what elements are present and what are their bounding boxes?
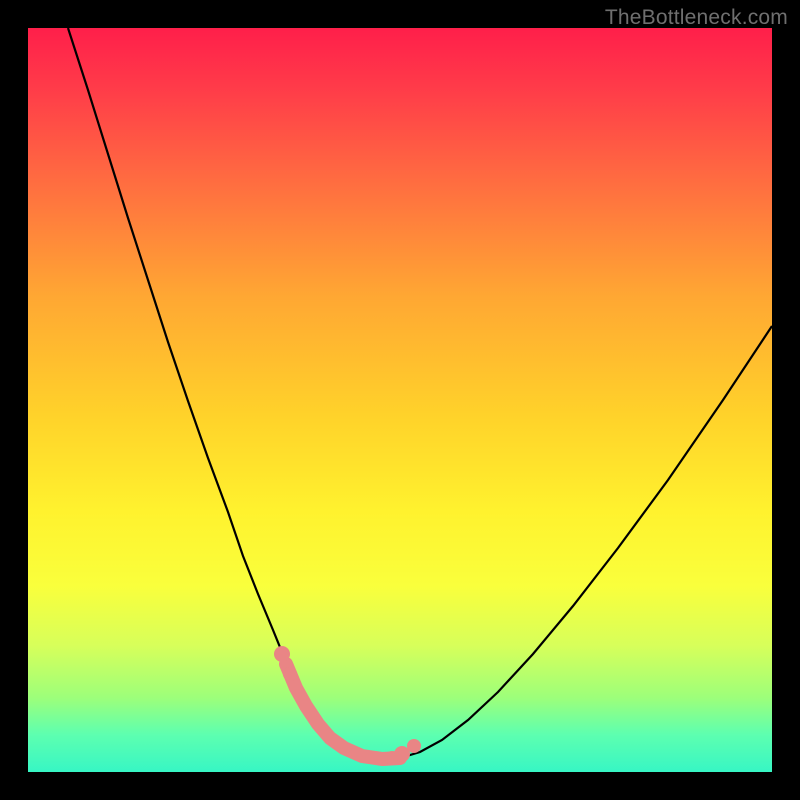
chart-svg (28, 28, 772, 772)
optimal-range-marker (286, 664, 400, 759)
marker-dot (407, 739, 421, 753)
watermark-text: TheBottleneck.com (605, 6, 788, 30)
bottleneck-curve (68, 28, 772, 759)
marker-dot (283, 667, 297, 681)
marker-dot (274, 646, 290, 662)
chart-plot-area (28, 28, 772, 772)
